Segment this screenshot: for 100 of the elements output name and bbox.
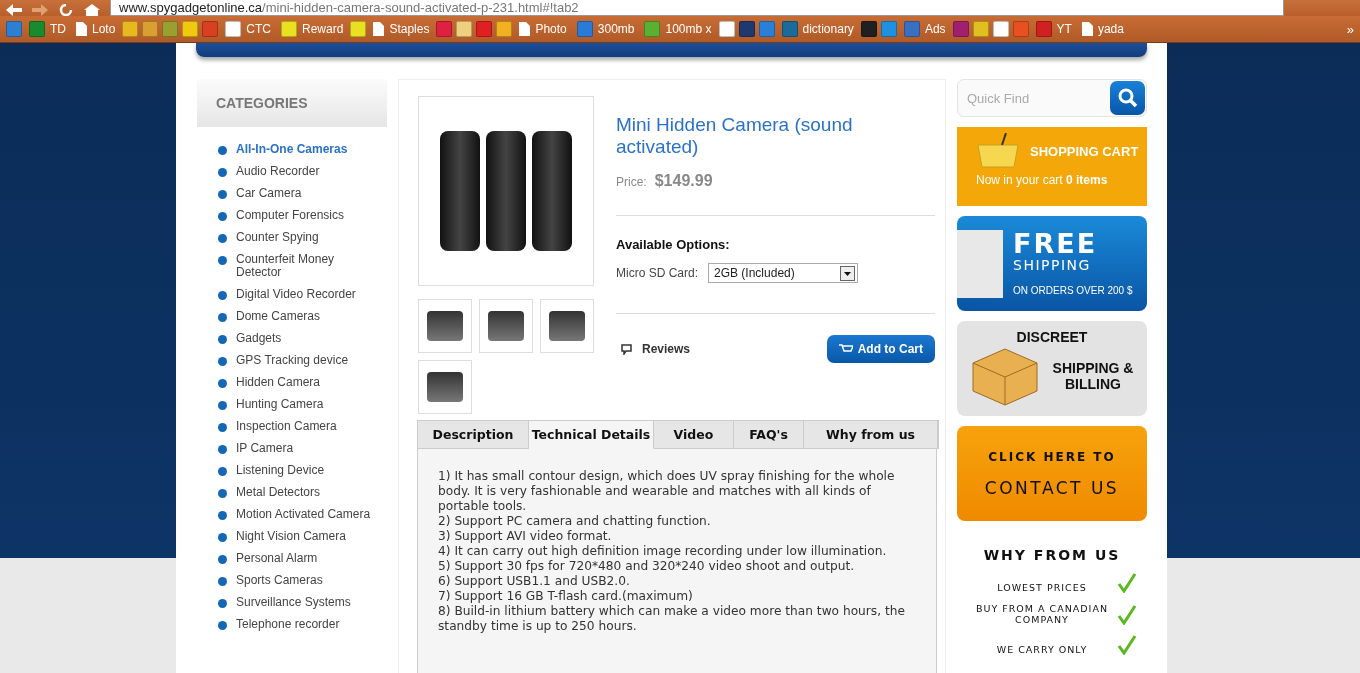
bullet-icon [218,423,227,432]
thumbnail[interactable] [540,299,594,353]
bullet-icon [218,291,227,300]
why-from-us-heading: WHY FROM US [983,547,1121,563]
category-link[interactable]: Telephone recorder [236,618,376,631]
price: $149.99 [654,172,713,190]
tab[interactable]: Technical Details [529,421,654,449]
category-link[interactable]: Hidden Camera [236,376,376,389]
category-link[interactable]: IP Camera [236,442,376,455]
contact-us-button[interactable]: CLICK HERE TO CONTACT US [957,426,1147,521]
reload-icon[interactable] [58,4,74,16]
category-link[interactable]: Hunting Camera [236,398,376,411]
search-button[interactable] [1110,81,1145,115]
bullet-icon [218,577,227,586]
category-link[interactable]: Gadgets [236,332,376,345]
category-link[interactable]: Digital Video Recorder [236,288,376,301]
bookmark[interactable]: Ads [900,19,949,39]
bullet-icon [218,190,227,199]
page-icon [1081,22,1093,36]
thumbnail[interactable] [418,299,472,353]
discreet-subtitle: SHIPPING & BILLING [1051,360,1135,392]
category-link[interactable]: GPS Tracking device [236,354,376,367]
address-bar[interactable]: www.spygadgetonline.ca/mini-hidden-camera-sound-activated-p-231.html#!tab2 [110,0,1284,16]
bookmark[interactable]: TD [26,19,69,39]
category-link[interactable]: Motion Activated Camera [236,508,376,521]
bullet-icon [218,256,227,265]
boxes-drawing [957,229,1003,298]
bookmark[interactable]: Reward [278,19,347,39]
technical-details-text: 1) It has small contour design, which does UV spray finishing for the whole body. It is very fashionable and wearable and matches with all kinds of portable tools. 2) Support PC camera and chatting function. 3) Support AVI video format. 4) It can carry out high definition image recording under low illumination. 5) Support 30 fps for 720*480 and 320*240 video shoot and output. 6) Support USB1.1 and USB2.0. 7) Support 16 GB T-flash card.(maximum) 8) Build-in lithium battery which can make a video more than two hours, the standby time is up to 250 hours. [438,469,906,634]
reason-text: BUY FROM A CANADIAN COMPANY [975,603,1109,625]
category-link[interactable]: Car Camera [236,187,376,200]
bullet-icon [218,621,227,630]
discreet-title: DISCREET [1016,329,1088,345]
bullet-icon [218,379,227,388]
bookmark[interactable]: YT [1032,19,1075,39]
bullet-icon [218,234,227,243]
reason-text: WE CARRY ONLY [995,644,1089,655]
add-to-cart-button[interactable]: Add to Cart [826,335,935,363]
page-icon [76,22,87,36]
bullet-icon [218,599,227,608]
comment-icon [621,343,632,355]
options-heading: Available Options: [616,237,731,252]
bookmark[interactable]: Staples [370,20,433,38]
bullet-icon [218,401,227,410]
thumbnail[interactable] [418,360,472,414]
bullet-icon [218,511,227,520]
category-link[interactable]: Inspection Camera [236,420,376,433]
cart-icon [838,344,853,354]
bullet-icon [218,146,227,155]
check-icon [1117,573,1137,593]
category-link[interactable]: Night Vision Camera [236,530,376,543]
bookmark[interactable]: yada [1078,20,1127,38]
bookmark[interactable]: dictionary [778,19,857,39]
categories-heading: CATEGORIES [197,79,387,127]
tab[interactable]: Why from us [804,421,938,449]
bullet-icon [218,168,227,177]
basket-icon [976,133,1020,169]
option-label: Micro SD Card: [616,266,698,280]
home-icon[interactable] [84,4,100,16]
search-icon [1117,88,1138,108]
bullet-icon [218,335,227,344]
bookmark[interactable]: Loto [73,20,119,38]
bookmark[interactable]: 300mb [573,19,638,39]
sd-card-dropdown[interactable]: 2GB (Included) [708,263,858,283]
tab[interactable]: FAQ's [734,421,804,449]
category-link[interactable]: All-In-One Cameras [236,143,376,156]
bullet-icon [218,445,227,454]
bullet-icon [218,212,227,221]
thumbnail[interactable] [479,299,533,353]
category-link[interactable]: Counter Spying [236,231,376,244]
category-link[interactable]: Listening Device [236,464,376,477]
bookmark[interactable]: CTC [222,19,275,39]
product-title: Mini Hidden Camera (sound activated) [616,114,854,158]
bullet-icon [218,357,227,366]
back-icon[interactable] [6,4,22,16]
price-label: Price: [616,175,647,189]
reviews-link[interactable]: Reviews [616,342,691,356]
category-link[interactable]: Dome Cameras [236,310,376,323]
bullet-icon [218,489,227,498]
category-link[interactable]: Sports Cameras [236,574,376,587]
category-link[interactable]: Counterfeit Money Detector [236,253,376,279]
tab[interactable]: Description [418,421,529,449]
tab[interactable]: Video [654,421,734,449]
cart-status: Now in your cart 0 items [976,173,1109,187]
cart-title: SHOPPING CART [1030,143,1139,159]
caret-icon [840,265,855,281]
check-icon [1117,635,1137,655]
category-link[interactable]: Surveillance Systems [236,596,376,609]
category-link[interactable]: Computer Forensics [236,209,376,222]
bullet-icon [218,555,227,564]
free-shipping-banner[interactable]: FREE SHIPPING ON ORDERS OVER 200 $ [957,216,1147,311]
more-bookmarks-button[interactable]: » [1346,21,1354,37]
bookmark[interactable]: Photo [516,20,570,38]
free-text: FREE [1013,231,1099,257]
page-icon [519,22,531,36]
bullet-icon [218,533,227,542]
category-link[interactable]: Audio Recorder [236,165,376,178]
bookmark[interactable]: 100mb x [641,19,715,39]
category-link[interactable]: Personal Alarm [236,552,376,565]
category-link[interactable]: Metal Detectors [236,486,376,499]
